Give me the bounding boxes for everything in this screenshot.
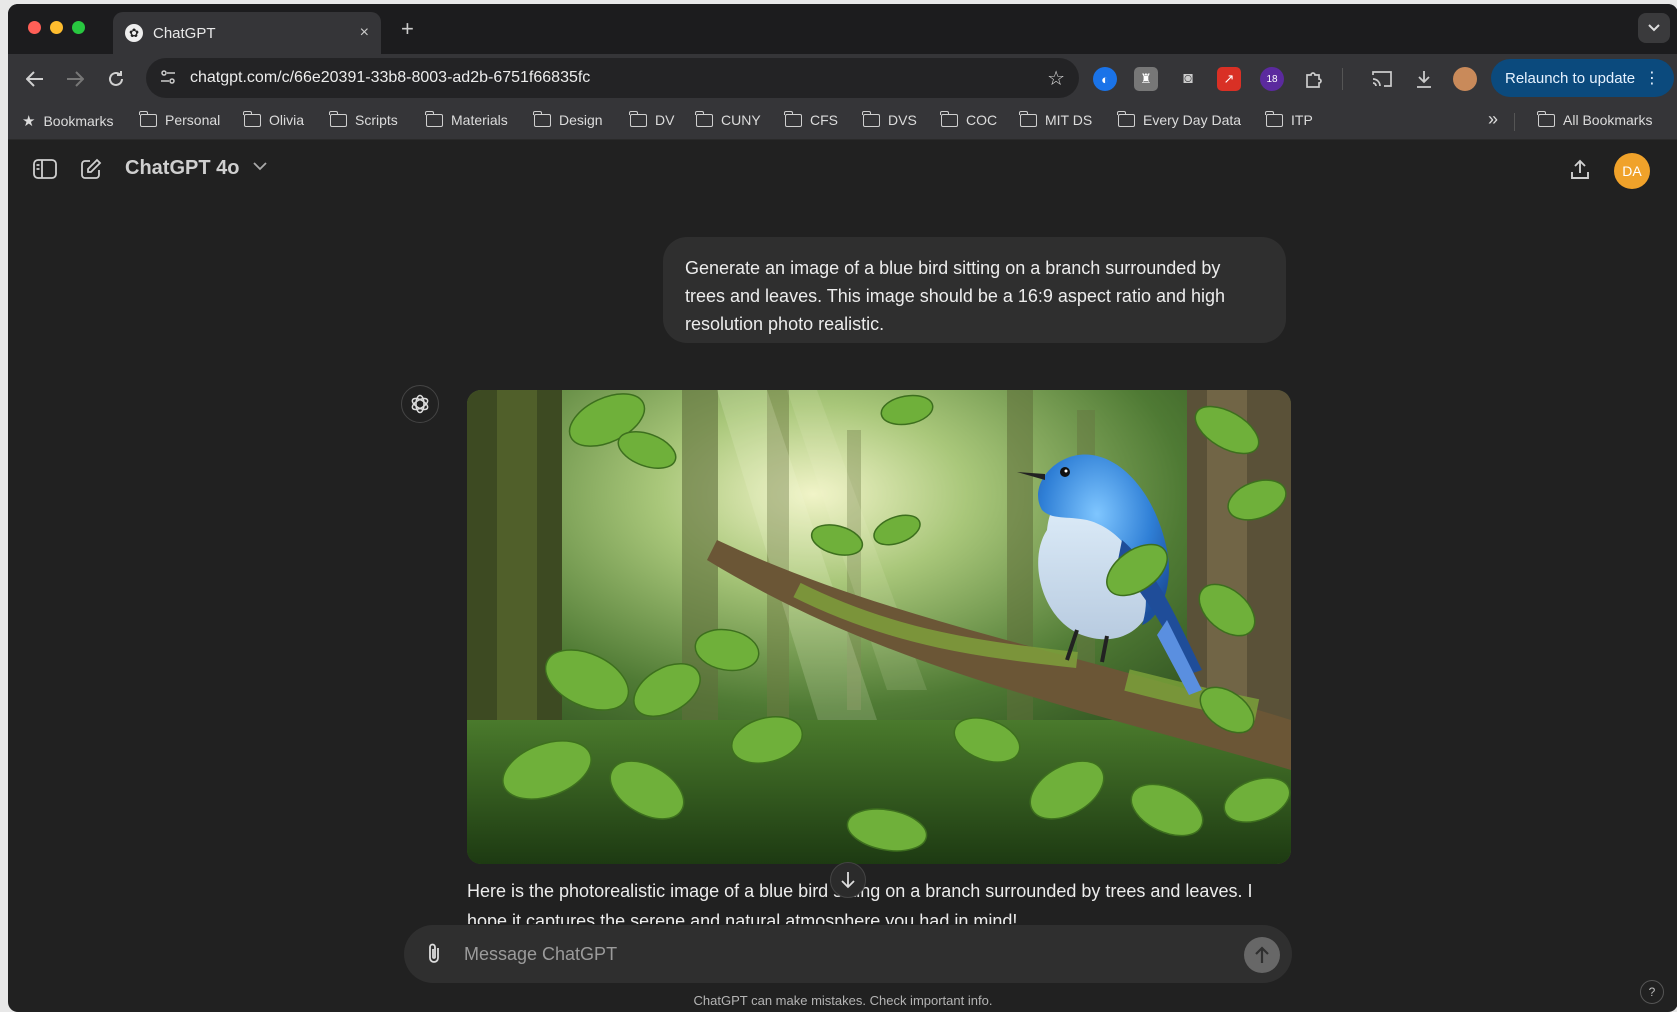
bookmarks-bar: ★ Bookmarks Personal Olivia Scripts Mate… bbox=[8, 104, 1677, 140]
folder-icon bbox=[329, 110, 347, 127]
sidebar-icon bbox=[33, 159, 57, 179]
bookmark-folder-scripts[interactable]: Scripts bbox=[329, 110, 398, 128]
arrow-left-icon bbox=[26, 71, 43, 87]
assistant-reply-text: Here is the photorealistic image of a bl… bbox=[467, 881, 1253, 924]
reload-icon bbox=[109, 71, 123, 86]
folder-icon bbox=[139, 110, 157, 127]
profile-avatar-icon[interactable] bbox=[1453, 67, 1477, 91]
message-input[interactable] bbox=[464, 939, 1224, 969]
extension-icon-2[interactable]: ♜ bbox=[1134, 67, 1158, 91]
disclaimer-text: ChatGPT can make mistakes. Check importa… bbox=[693, 993, 993, 1008]
bookmark-folder-cuny[interactable]: CUNY bbox=[695, 110, 761, 128]
bookmark-folder-mit-ds[interactable]: MIT DS bbox=[1019, 110, 1092, 128]
folder-icon bbox=[533, 110, 551, 127]
compose-icon bbox=[81, 158, 102, 179]
extension-icon-red[interactable]: ↗ bbox=[1217, 67, 1241, 91]
folder-icon bbox=[1537, 110, 1555, 127]
user-avatar[interactable]: DA bbox=[1614, 153, 1650, 189]
paperclip-icon bbox=[429, 943, 439, 963]
browser-window: ✿ ChatGPT × + chatgpt.com/c/66e20391-33b… bbox=[8, 4, 1677, 1012]
download-icon[interactable] bbox=[1412, 67, 1436, 91]
arrow-down-icon bbox=[841, 872, 855, 889]
folder-icon bbox=[695, 110, 713, 127]
send-button[interactable] bbox=[1244, 937, 1280, 973]
bookmark-folder-personal[interactable]: Personal bbox=[139, 110, 220, 128]
more-menu-icon[interactable]: ⋮ bbox=[1644, 68, 1660, 88]
folder-icon bbox=[629, 110, 647, 127]
site-settings-icon[interactable] bbox=[160, 69, 176, 87]
bookmarks-label: Bookmarks bbox=[43, 113, 114, 129]
extension-icon-purple[interactable]: 18 bbox=[1260, 67, 1284, 91]
bookmark-star-icon[interactable]: ☆ bbox=[1047, 66, 1065, 91]
bookmark-folder-cfs[interactable]: CFS bbox=[784, 110, 838, 128]
folder-icon bbox=[425, 110, 443, 127]
camera-extension-icon[interactable]: ◙ bbox=[1176, 67, 1200, 91]
bookmark-folder-olivia[interactable]: Olivia bbox=[243, 110, 304, 128]
minimize-window-button[interactable] bbox=[50, 21, 63, 34]
user-message-bubble: Generate an image of a blue bird sitting… bbox=[663, 237, 1286, 343]
bookmarks-item[interactable]: ★ Bookmarks bbox=[22, 112, 113, 130]
star-icon: ★ bbox=[22, 113, 36, 130]
cast-icon[interactable] bbox=[1370, 67, 1394, 91]
tab-title: ChatGPT bbox=[153, 24, 216, 42]
back-button[interactable] bbox=[20, 64, 50, 94]
app-header: ChatGPT 4o DA bbox=[8, 140, 1677, 200]
bookmarks-divider bbox=[1514, 113, 1515, 131]
folder-icon bbox=[862, 110, 880, 127]
chevron-down-icon bbox=[1648, 24, 1660, 32]
share-icon bbox=[1571, 159, 1589, 179]
address-bar[interactable]: chatgpt.com/c/66e20391-33b8-8003-ad2b-67… bbox=[146, 58, 1079, 98]
extension-badge: 18 bbox=[1266, 73, 1278, 85]
chevron-down-icon[interactable] bbox=[253, 158, 267, 175]
toolbar-divider bbox=[1342, 68, 1343, 90]
relaunch-button[interactable]: Relaunch to update ⋮ bbox=[1491, 59, 1674, 97]
browser-toolbar: chatgpt.com/c/66e20391-33b8-8003-ad2b-67… bbox=[8, 54, 1677, 104]
openai-logo-icon bbox=[401, 385, 439, 423]
bookmark-folder-itp[interactable]: ITP bbox=[1265, 110, 1313, 128]
new-chat-button[interactable] bbox=[76, 154, 106, 184]
relaunch-label: Relaunch to update bbox=[1505, 69, 1636, 87]
reload-button[interactable] bbox=[101, 64, 131, 94]
folder-icon bbox=[1019, 110, 1037, 127]
bookmark-folder-design[interactable]: Design bbox=[533, 110, 603, 128]
help-button[interactable]: ? bbox=[1640, 980, 1664, 1004]
arrow-up-icon bbox=[1255, 946, 1269, 963]
folder-icon bbox=[784, 110, 802, 127]
maximize-window-button[interactable] bbox=[72, 21, 85, 34]
tab-chatgpt[interactable]: ✿ ChatGPT × bbox=[113, 12, 381, 54]
close-window-button[interactable] bbox=[28, 21, 41, 34]
scroll-to-bottom-button[interactable] bbox=[830, 862, 866, 898]
bookmark-folder-coc[interactable]: COC bbox=[940, 110, 997, 128]
bookmark-folder-dvs[interactable]: DVS bbox=[862, 110, 917, 128]
attach-file-button[interactable] bbox=[422, 941, 448, 967]
model-selector[interactable]: ChatGPT 4o bbox=[125, 157, 239, 180]
new-tab-button[interactable]: + bbox=[401, 16, 414, 42]
tab-search-button[interactable] bbox=[1638, 13, 1670, 43]
tab-strip: ✿ ChatGPT × + bbox=[8, 4, 1677, 54]
sidebar-toggle-button[interactable] bbox=[30, 154, 60, 184]
openai-icon: ✿ bbox=[125, 24, 143, 42]
message-composer bbox=[404, 925, 1292, 983]
generated-bird-image[interactable] bbox=[467, 390, 1291, 864]
bookmark-folder-dv[interactable]: DV bbox=[629, 110, 674, 128]
url-text: chatgpt.com/c/66e20391-33b8-8003-ad2b-67… bbox=[190, 69, 591, 86]
folder-icon bbox=[1265, 110, 1283, 127]
all-bookmarks-folder[interactable]: All Bookmarks bbox=[1537, 110, 1652, 128]
bookmark-folder-every-day-data[interactable]: Every Day Data bbox=[1117, 110, 1241, 128]
bookmark-folder-materials[interactable]: Materials bbox=[425, 110, 508, 128]
forward-button[interactable] bbox=[60, 64, 90, 94]
extension-icon-1[interactable]: ◐ bbox=[1093, 67, 1117, 91]
bird-forest-illustration bbox=[467, 390, 1291, 864]
share-button[interactable] bbox=[1565, 155, 1595, 185]
close-tab-icon[interactable]: × bbox=[360, 24, 369, 42]
bookmarks-overflow-button[interactable]: » bbox=[1488, 109, 1498, 130]
extensions-puzzle-icon[interactable] bbox=[1302, 67, 1326, 91]
arrow-right-icon bbox=[67, 71, 84, 87]
folder-icon bbox=[1117, 110, 1135, 127]
folder-icon bbox=[243, 110, 261, 127]
folder-icon bbox=[940, 110, 958, 127]
